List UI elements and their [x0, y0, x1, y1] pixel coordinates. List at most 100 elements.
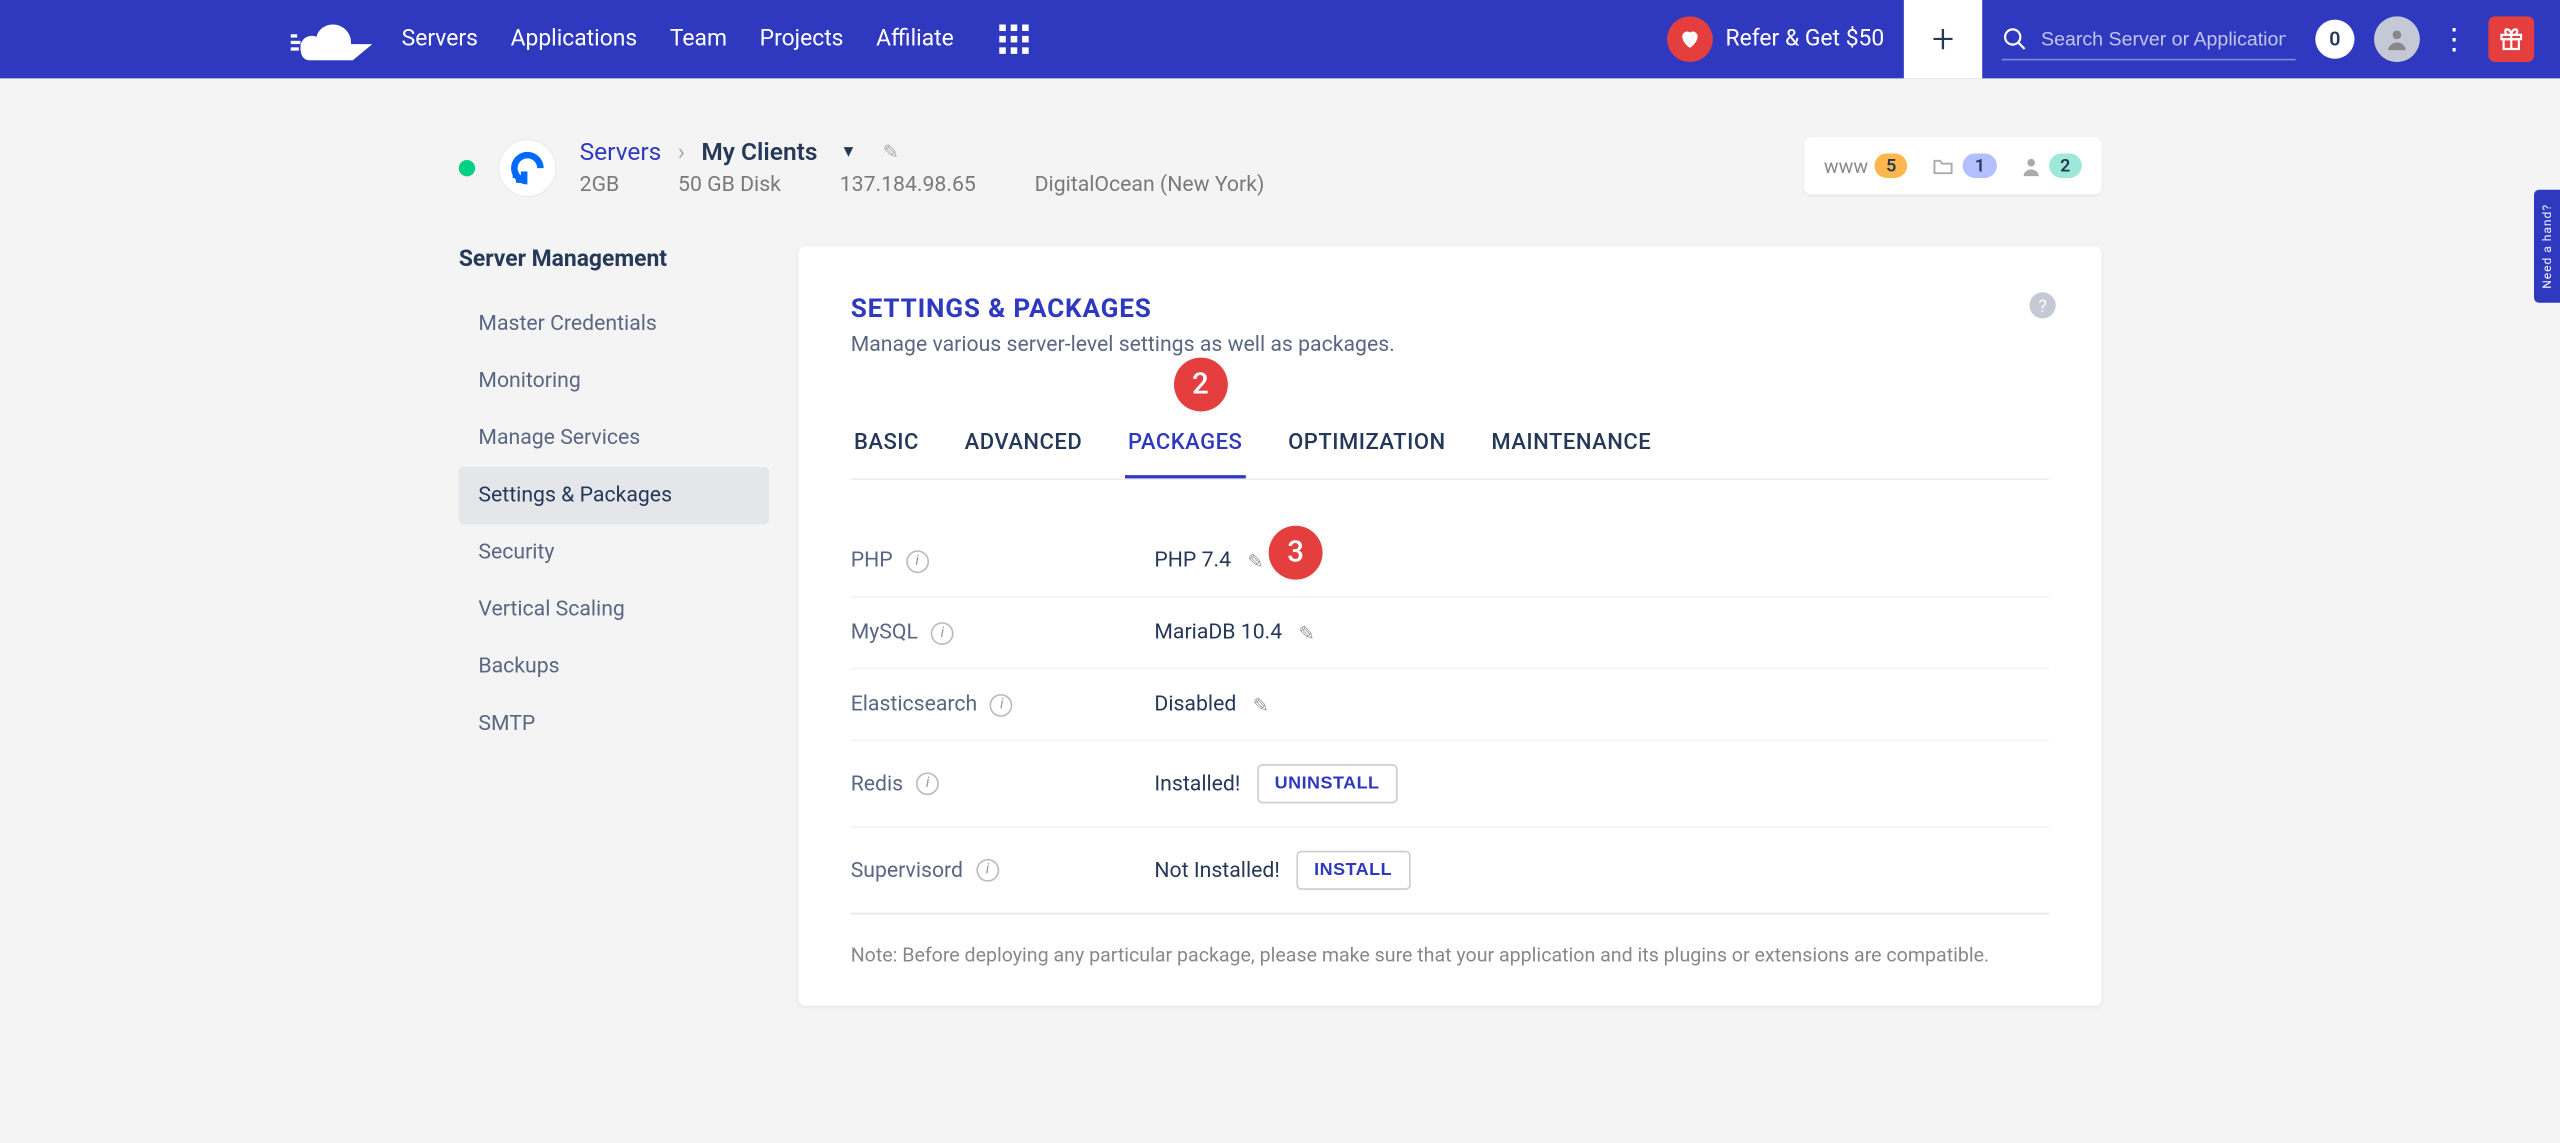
apps-stat[interactable]: www 5 [1824, 153, 1908, 177]
apps-grid-icon[interactable] [999, 24, 1028, 53]
breadcrumb-servers[interactable]: Servers [580, 137, 662, 166]
info-icon[interactable]: i [931, 621, 954, 644]
info-icon[interactable]: i [916, 772, 939, 795]
install-supervisord-button[interactable]: INSTALL [1296, 851, 1410, 890]
server-meta: 2GB 50 GB Disk 137.184.98.65 DigitalOcea… [580, 173, 1265, 197]
edit-es-icon[interactable]: ✎ [1253, 693, 1269, 716]
pkg-value-php: PHP 7.4 [1154, 549, 1231, 573]
add-button[interactable]: + [1904, 0, 1982, 78]
annotation-2: 2 [1174, 358, 1228, 412]
info-icon[interactable]: i [990, 693, 1013, 716]
server-header: Servers › My Clients ▼ ✎ 2GB 50 GB Disk … [459, 137, 2102, 197]
server-ram: 2GB [580, 173, 620, 197]
server-name: My Clients [701, 137, 817, 166]
package-row-elasticsearch: Elasticsearch i Disabled ✎ [851, 669, 2049, 741]
server-dropdown-icon[interactable]: ▼ [840, 143, 856, 161]
tab-basic[interactable]: BASIC [851, 420, 923, 479]
panel-title: SETTINGS & PACKAGES [851, 292, 2049, 323]
chevron-right-icon: › [678, 137, 685, 166]
main-nav: Servers Applications Team Projects Affil… [402, 26, 954, 52]
projects-stat[interactable]: 1 [1931, 153, 1997, 177]
top-nav: Servers Applications Team Projects Affil… [0, 0, 2560, 78]
users-stat[interactable]: 2 [2019, 153, 2082, 177]
cloudways-logo[interactable] [291, 16, 373, 62]
person-icon [2384, 26, 2410, 52]
main-area: Server Management Master Credentials Mon… [459, 247, 2102, 1006]
heart-icon [1667, 16, 1713, 62]
pkg-label-redis: Redis [851, 771, 903, 795]
sidebar-item-security[interactable]: Security [459, 524, 769, 581]
info-icon[interactable]: i [906, 549, 929, 572]
sidebar-item-monitoring[interactable]: Monitoring [459, 353, 769, 410]
users-count: 2 [2049, 153, 2082, 177]
sidebar-item-vertical-scaling[interactable]: Vertical Scaling [459, 581, 769, 638]
nav-affiliate[interactable]: Affiliate [876, 26, 954, 52]
www-label: www [1824, 154, 1868, 177]
pkg-label-es: Elasticsearch [851, 692, 978, 716]
settings-tabs: BASIC ADVANCED PACKAGES 2 OPTIMIZATION M… [851, 420, 2049, 480]
edit-server-name-icon[interactable]: ✎ [883, 140, 899, 163]
sidebar: Server Management Master Credentials Mon… [459, 247, 769, 1006]
gift-icon [2498, 26, 2524, 52]
search-area [2002, 19, 2296, 60]
tab-advanced[interactable]: ADVANCED [961, 420, 1085, 479]
package-row-redis: Redisi Installed! UNINSTALL [851, 741, 2049, 828]
header-left: Servers Applications Team Projects Affil… [291, 16, 1029, 62]
search-icon [2002, 25, 2028, 51]
package-row-php: PHP i PHP 7.4 ✎ 3 [851, 526, 2049, 598]
packages-list: PHP i PHP 7.4 ✎ 3 MySQL i MariaDB 10.4 ✎ El… [851, 526, 2049, 915]
nav-team[interactable]: Team [670, 26, 727, 52]
kebab-menu-icon[interactable]: ⋮ [2439, 22, 2468, 56]
pkg-value-supervisord: Not Installed! [1154, 858, 1279, 882]
plus-icon: + [1932, 16, 1954, 62]
pkg-value-mysql: MariaDB 10.4 [1154, 620, 1282, 644]
apps-count: 5 [1875, 153, 1908, 177]
refer-button[interactable]: Refer & Get $50 [1667, 16, 1884, 62]
annotation-3: 3 [1269, 526, 1323, 580]
tab-packages-label: PACKAGES [1128, 429, 1242, 455]
tab-packages[interactable]: PACKAGES 2 [1125, 420, 1246, 479]
uninstall-redis-button[interactable]: UNINSTALL [1257, 764, 1398, 803]
nav-projects[interactable]: Projects [760, 26, 844, 52]
server-provider: DigitalOcean (New York) [1035, 173, 1265, 197]
packages-note: Note: Before deploying any particular pa… [851, 944, 2049, 967]
server-stats-card: www 5 1 2 [1804, 137, 2101, 194]
search-input[interactable] [2041, 27, 2286, 50]
content-panel: ? SETTINGS & PACKAGES Manage various ser… [798, 247, 2101, 1006]
projects-count: 1 [1963, 153, 1996, 177]
need-a-hand-tab[interactable]: Need a hand? [2534, 190, 2560, 303]
digitalocean-icon [508, 148, 547, 187]
edit-php-icon[interactable]: ✎ [1247, 549, 1263, 572]
sidebar-item-smtp[interactable]: SMTP [459, 696, 769, 753]
server-info: Servers › My Clients ▼ ✎ 2GB 50 GB Disk … [459, 137, 1265, 197]
panel-subtitle: Manage various server-level settings as … [851, 333, 2049, 357]
sidebar-item-backups[interactable]: Backups [459, 638, 769, 695]
help-icon[interactable]: ? [2030, 292, 2056, 318]
pkg-label-php: PHP [851, 549, 893, 573]
server-disk: 50 GB Disk [678, 173, 781, 197]
user-avatar[interactable] [2374, 16, 2420, 62]
breadcrumb: Servers › My Clients ▼ ✎ [580, 137, 1265, 166]
package-row-supervisord: Supervisord i Not Installed! INSTALL [851, 828, 2049, 915]
header-right: Refer & Get $50 + 0 ⋮ [1667, 0, 2534, 78]
pkg-value-es: Disabled [1154, 692, 1236, 716]
status-indicator [459, 159, 475, 175]
sidebar-item-master-credentials[interactable]: Master Credentials [459, 296, 769, 353]
tab-optimization[interactable]: OPTIMIZATION [1285, 420, 1449, 479]
nav-servers[interactable]: Servers [402, 26, 478, 52]
gift-button[interactable] [2488, 16, 2534, 62]
notification-count[interactable]: 0 [2315, 20, 2354, 59]
provider-icon [498, 138, 557, 197]
person-icon [2019, 154, 2042, 177]
pkg-label-supervisord: Supervisord [851, 858, 963, 882]
sidebar-item-settings-packages[interactable]: Settings & Packages [459, 467, 769, 524]
package-row-mysql: MySQL i MariaDB 10.4 ✎ [851, 598, 2049, 670]
pkg-value-redis: Installed! [1154, 771, 1240, 795]
sidebar-item-manage-services[interactable]: Manage Services [459, 410, 769, 467]
info-icon[interactable]: i [976, 859, 999, 882]
tab-maintenance[interactable]: MAINTENANCE [1488, 420, 1654, 479]
nav-applications[interactable]: Applications [511, 26, 638, 52]
edit-mysql-icon[interactable]: ✎ [1299, 621, 1315, 644]
pkg-label-mysql: MySQL [851, 620, 918, 644]
folder-icon [1931, 154, 1957, 177]
